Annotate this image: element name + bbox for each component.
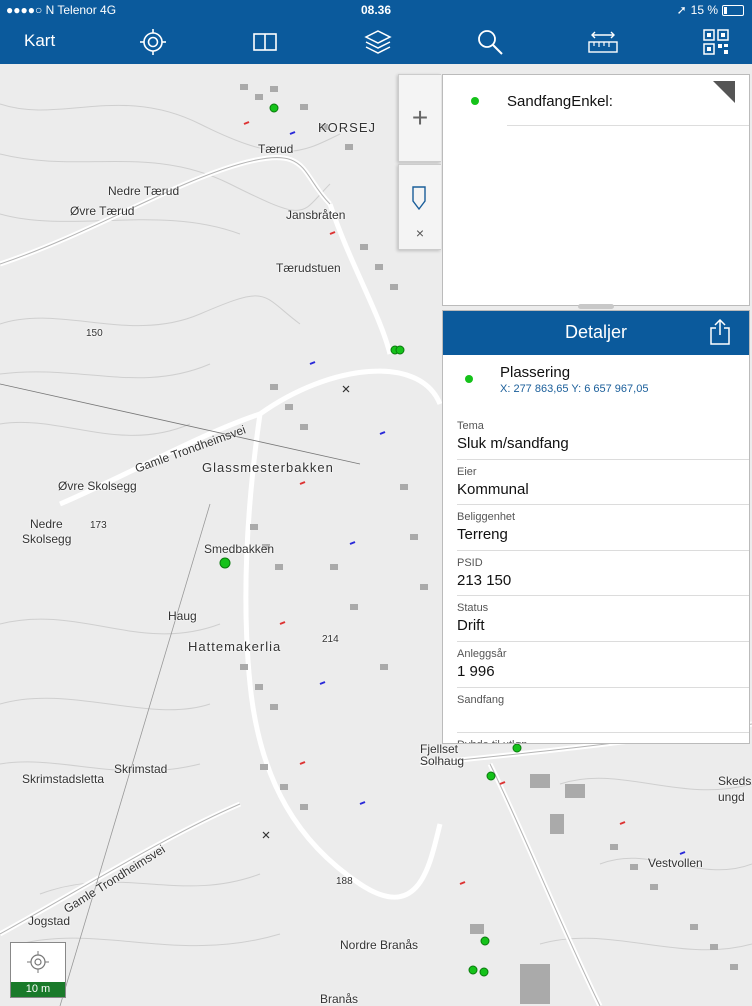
map-label: Øvre Tærud: [70, 204, 135, 218]
map-label: 173: [90, 520, 107, 531]
map-book-icon[interactable]: [251, 28, 279, 56]
map-label: Nedre: [30, 517, 63, 531]
map-label: Tærudstuen: [276, 261, 341, 275]
measure-icon[interactable]: [588, 28, 618, 56]
map-label: 214: [322, 634, 339, 645]
map-label: Skolsegg: [22, 532, 72, 546]
details-header: Detaljer: [443, 311, 749, 355]
attribute-row: PSID 213 150: [457, 551, 749, 597]
map-label: Hattemakerlia: [188, 639, 282, 654]
feature-layer-name[interactable]: SandfangEnkel:: [507, 93, 613, 110]
share-icon[interactable]: [709, 319, 731, 345]
map-label: Jogstad: [28, 914, 71, 928]
attribute-key: Status: [457, 602, 489, 615]
map-label: Haug: [168, 609, 197, 623]
map-title-button[interactable]: Kart: [24, 31, 55, 51]
attribute-row: Sandfang: [457, 688, 749, 734]
map-label: Smedbakken: [204, 542, 275, 556]
marker-control: ×: [398, 164, 441, 250]
attribute-value: Sluk m/sandfang: [457, 435, 569, 452]
map-label: Vestvollen: [648, 856, 703, 870]
location-label: Plassering: [500, 364, 571, 381]
attribute-key: Eier: [457, 465, 477, 478]
details-title: Detaljer: [564, 322, 628, 342]
attribute-row: Anleggsår 1 996: [457, 642, 749, 688]
status-right: ➚ 15 %: [677, 3, 744, 17]
attribute-value: Kommunal: [457, 480, 529, 498]
map-label: Skrimstadsletta: [22, 772, 105, 786]
attribute-row: Tema Sluk m/sandfang: [457, 414, 749, 460]
top-toolbar: Kart: [0, 20, 752, 64]
map-label: ungd: [718, 790, 745, 804]
battery-icon: [722, 4, 744, 16]
map-label: Solhaug: [420, 754, 465, 768]
map-label: 150: [86, 328, 103, 339]
map-label: Skeds: [718, 774, 752, 788]
locate-me-icon[interactable]: [27, 951, 49, 973]
status-bar: ●●●●○ N Telenor 4G 08.36 ➚ 15 %: [0, 0, 752, 20]
zoom-in-button[interactable]: +: [399, 75, 441, 161]
location-target-icon[interactable]: [139, 28, 167, 56]
map-label: Branås: [320, 992, 359, 1006]
map-label: Tærud: [258, 142, 294, 156]
attribute-key: Sandfang: [457, 693, 505, 706]
attribute-value: 1 996: [457, 662, 495, 680]
scale-locate-widget[interactable]: 10 m: [10, 942, 66, 998]
attribute-value: Drift: [457, 617, 485, 635]
close-marker-button[interactable]: ×: [399, 225, 441, 247]
attribute-row: Dybde til utløp: [457, 733, 749, 743]
attribute-key: Beliggenhet: [457, 511, 516, 524]
layers-icon[interactable]: [364, 28, 392, 56]
resize-corner-icon[interactable]: [713, 81, 735, 103]
map-label: Skrimstad: [114, 762, 168, 776]
divider: [507, 125, 749, 126]
panel-drag-handle[interactable]: [578, 304, 614, 309]
clock: 08.36: [360, 3, 392, 17]
zoom-control: +: [398, 74, 441, 162]
attribute-row: Status Drift: [457, 596, 749, 642]
feature-popup: SandfangEnkel:: [442, 74, 750, 306]
map-label: Jansbråten: [286, 208, 346, 222]
map-pin-icon[interactable]: [411, 185, 427, 211]
map-label: 188: [336, 876, 353, 887]
map-label: Nordre Branås: [340, 938, 419, 952]
scale-bar-label: 10 m: [11, 982, 65, 997]
location-point-icon: [465, 375, 473, 383]
attribute-row: Eier Kommunal: [457, 460, 749, 506]
attribute-list: Tema Sluk m/sandfang Eier Kommunal Belig…: [443, 414, 749, 743]
details-panel: Detaljer Plassering X: 277 863,65 Y: 6 6…: [442, 310, 750, 744]
map-label: KORSEJ: [318, 120, 377, 135]
attribute-key: Tema: [457, 420, 484, 432]
map-label: Nedre Tærud: [108, 184, 180, 198]
feature-point-icon: [471, 97, 479, 105]
map-label: Glassmesterbakken: [202, 460, 334, 475]
attribute-row: Beliggenhet Terreng: [457, 505, 749, 551]
attribute-key: Dybde til utløp: [457, 739, 527, 743]
attribute-key: Anleggsår: [457, 647, 507, 660]
location-row: Plassering X: 277 863,65 Y: 6 657 967,05: [443, 355, 749, 411]
map-label: Øvre Skolsegg: [58, 479, 137, 493]
location-arrow-icon: ➚: [676, 3, 687, 17]
attribute-value: Terreng: [457, 526, 508, 544]
location-coordinates: X: 277 863,65 Y: 6 657 967,05: [500, 383, 649, 395]
attribute-value: 213 150: [457, 571, 512, 589]
search-icon[interactable]: [476, 28, 504, 56]
attribute-key: PSID: [457, 556, 483, 569]
qr-code-icon[interactable]: [702, 28, 730, 56]
battery-percent: 15 %: [690, 3, 718, 17]
